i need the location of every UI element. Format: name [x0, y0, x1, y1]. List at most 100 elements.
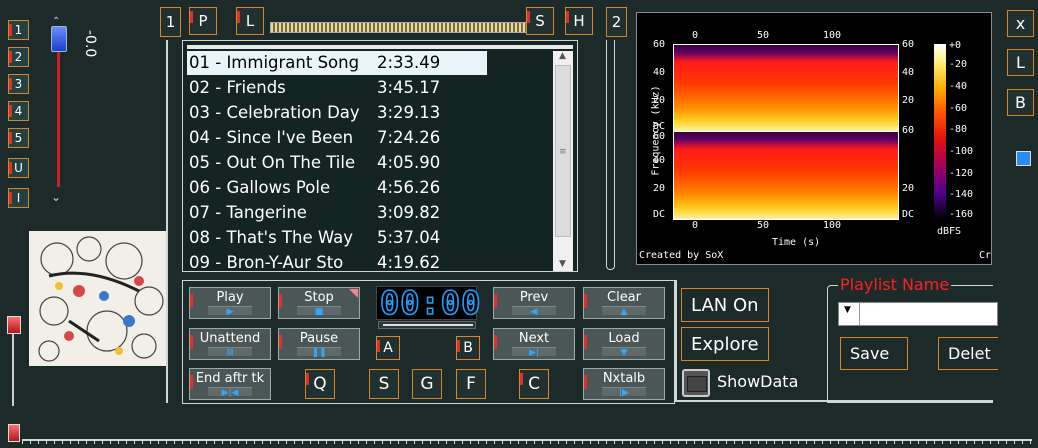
explore-button[interactable]: Explore	[681, 327, 769, 361]
y-tick: 20	[653, 183, 666, 194]
spectrogram-credit: Created by SoX	[639, 250, 724, 261]
close-button[interactable]: x	[1007, 10, 1034, 37]
spectrogram-credit-right: Cr	[979, 250, 992, 261]
next-icon: ▶|	[529, 348, 539, 358]
f-button[interactable]: F	[456, 369, 486, 399]
position-thumb[interactable]	[7, 316, 21, 334]
chevron-up-icon: ⌃	[52, 16, 61, 27]
preset-3-button[interactable]: 3	[8, 74, 29, 94]
c-button[interactable]: C	[519, 369, 549, 399]
scroll-down-icon[interactable]: ▼	[559, 259, 566, 269]
y-tick: 40	[902, 67, 915, 78]
b-marker-button[interactable]: B	[456, 336, 480, 360]
time-display-text: 00:00	[379, 283, 482, 323]
stop-icon: ■	[314, 307, 324, 317]
playlist-scrollbar[interactable]: ▲ ≡ ▼	[553, 51, 573, 271]
y-tick: DC	[653, 209, 666, 220]
show-data-label: ShowData	[717, 372, 799, 391]
y-axis-label: Frequency (kHz)	[650, 85, 662, 176]
preset-1-button[interactable]: 1	[8, 20, 29, 40]
list-item[interactable]: 06 - Gallows Pole 4:56.26	[187, 176, 483, 200]
volume-readout: -0.0	[82, 30, 98, 58]
save-button[interactable]: Save	[840, 337, 908, 370]
group-2-button[interactable]: 2	[606, 7, 627, 37]
lan-on-button[interactable]: LAN On	[681, 288, 769, 322]
bottom-seek-bar[interactable]	[22, 436, 1032, 444]
scroll-grip-icon: ≡	[559, 147, 567, 157]
checkbox-inner	[687, 376, 707, 392]
s-button[interactable]: S	[526, 7, 554, 35]
list-item[interactable]: 03 - Celebration Day 3:29.13	[187, 101, 483, 125]
prev-icon: ◀	[530, 307, 538, 317]
progress-ruler[interactable]	[270, 22, 528, 33]
clear-button[interactable]: Clear ▲	[583, 287, 665, 319]
prev-button[interactable]: Prev ◀	[493, 287, 575, 319]
playlist-list[interactable]: 01 - Immigrant Song 2:33.49 02 - Friends 3…	[183, 51, 553, 272]
chevron-down-icon: ⌄	[51, 190, 62, 204]
dropdown-arrow-icon: ▼	[844, 305, 851, 315]
eject-icon: ▲	[620, 307, 628, 317]
playlist-name-label: Playlist Name	[838, 275, 952, 294]
list-item[interactable]: 08 - That's The Way 5:37.04	[187, 226, 483, 250]
preset-2-button[interactable]: 2	[8, 47, 29, 67]
scroll-up-icon[interactable]: ▲	[559, 51, 566, 61]
next-album-icon: |▶	[619, 388, 629, 398]
lan-vertical-divider	[675, 280, 677, 402]
i-button[interactable]: I	[8, 188, 29, 208]
status-indicator	[1016, 151, 1031, 166]
y-tick: 60	[902, 39, 915, 50]
x-tick: 100	[823, 220, 842, 231]
y-tick: 20	[902, 183, 915, 194]
h-button[interactable]: H	[565, 7, 593, 35]
a-button[interactable]: A	[376, 336, 400, 360]
time-display: 00:00	[376, 283, 481, 323]
list-item[interactable]: 01 - Immigrant Song 2:33.49	[187, 51, 483, 75]
q-button[interactable]: Q	[305, 369, 335, 399]
playlist-name-dropdown[interactable]: ▼	[838, 302, 998, 326]
y-tick: 60	[653, 39, 666, 50]
time-slider-track	[383, 324, 473, 326]
group-1-button[interactable]: 1	[160, 7, 181, 37]
show-data-checkbox[interactable]	[682, 369, 710, 397]
s-control-button[interactable]: S	[369, 369, 399, 399]
load-button[interactable]: Load ▼	[583, 328, 665, 360]
x-tick: 0	[692, 220, 699, 231]
colorbar-tick: -120	[949, 168, 974, 179]
spectrogram-panel: 0 50 100 0 50 100 60 40 20 DC 60 40 20 D…	[636, 12, 992, 265]
u-button[interactable]: U	[8, 158, 29, 178]
list-item[interactable]: 05 - Out On The Tile 4:05.90	[187, 151, 483, 175]
end-after-track-button[interactable]: End aftr tk ▶|◀	[189, 368, 271, 400]
delete-button[interactable]: Delet	[938, 337, 998, 370]
play-button[interactable]: Play ▶	[189, 287, 271, 319]
dropdown-button[interactable]: ▼	[839, 303, 860, 325]
preset-4-button[interactable]: 4	[8, 101, 29, 121]
list-item[interactable]: 09 - Bron-Y-Aur Sto 4:19.62	[187, 251, 483, 275]
spectrogram-channel-1	[673, 44, 899, 132]
colorbar-tick: -160	[949, 209, 974, 220]
end-after-icon: ▶|◀	[221, 388, 239, 398]
volume-thumb[interactable]	[51, 26, 67, 52]
unattend-button[interactable]: Unattend ⊠	[189, 328, 271, 360]
colorbar-tick: -100	[949, 146, 974, 157]
list-item[interactable]: 04 - Since I've Been 7:24.26	[187, 126, 483, 150]
time-slider[interactable]	[378, 321, 476, 329]
position-slider[interactable]	[6, 316, 22, 408]
right-l-button[interactable]: L	[1007, 49, 1034, 76]
g-button[interactable]: G	[412, 369, 442, 399]
p-button[interactable]: P	[189, 7, 217, 35]
list-item[interactable]: 02 - Friends 3:45.17	[187, 76, 483, 100]
l-button[interactable]: L	[236, 7, 264, 35]
list-item[interactable]: 07 - Tangerine 3:09.82	[187, 201, 483, 225]
x-tick: 50	[757, 220, 770, 231]
stop-button[interactable]: Stop ■	[278, 287, 360, 319]
bottom-seek-thumb[interactable]	[8, 424, 20, 442]
next-button[interactable]: Next ▶|	[493, 328, 575, 360]
right-b-button[interactable]: B	[1007, 89, 1034, 116]
next-album-button[interactable]: Nxtalb |▶	[583, 368, 665, 400]
pause-icon: ❚❚	[311, 348, 327, 358]
volume-slider[interactable]: ⌃ ⌄	[49, 16, 69, 204]
y-tick: 20	[902, 95, 915, 106]
lan-divider	[675, 400, 993, 402]
pause-button[interactable]: Pause ❚❚	[278, 328, 360, 360]
preset-5-button[interactable]: 5	[8, 128, 29, 148]
